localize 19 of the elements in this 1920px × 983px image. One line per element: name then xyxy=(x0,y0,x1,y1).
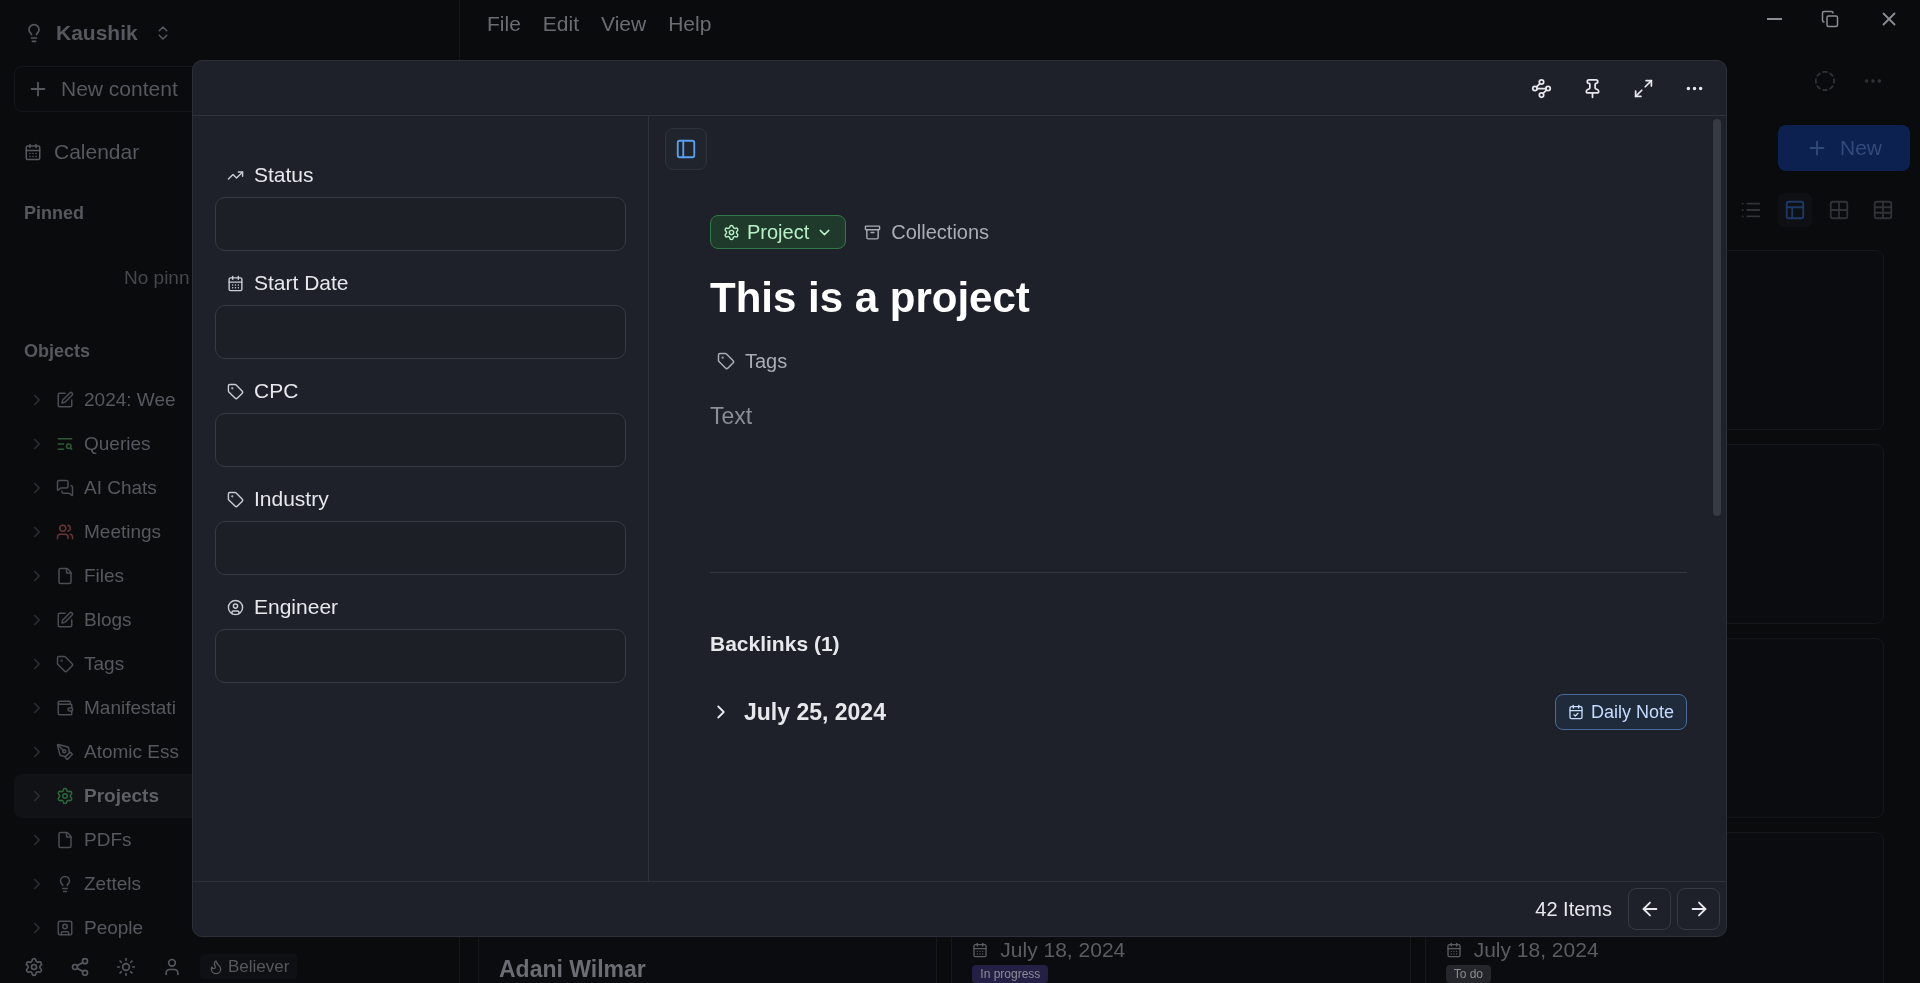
level-badge: Believer xyxy=(200,953,298,980)
card-date: July 18, 2024 xyxy=(1445,939,1863,961)
page-title: This is a project xyxy=(710,273,1031,323)
property-label: Status xyxy=(254,162,314,189)
status-tag: To do xyxy=(1445,965,1491,983)
property-label: Engineer xyxy=(254,594,339,621)
empty-message: No pinn xyxy=(124,266,190,288)
backlinks-heading: Backlinks (1) xyxy=(710,631,841,658)
property-label: Industry xyxy=(254,486,329,513)
type-badge: Daily Note xyxy=(1554,694,1687,730)
status-tag: In progress xyxy=(972,965,1049,983)
workspace-name: Kaushik xyxy=(56,20,138,47)
section-heading: Objects xyxy=(23,340,92,362)
property-label: CPC xyxy=(254,378,299,405)
card-date: July 18, 2024 xyxy=(972,939,1390,961)
property-label: Start Date xyxy=(254,270,349,297)
item-count: 42 Items xyxy=(1535,897,1612,922)
card-title: Adani Wilmar xyxy=(499,955,647,983)
section-heading: Pinned xyxy=(23,202,85,224)
